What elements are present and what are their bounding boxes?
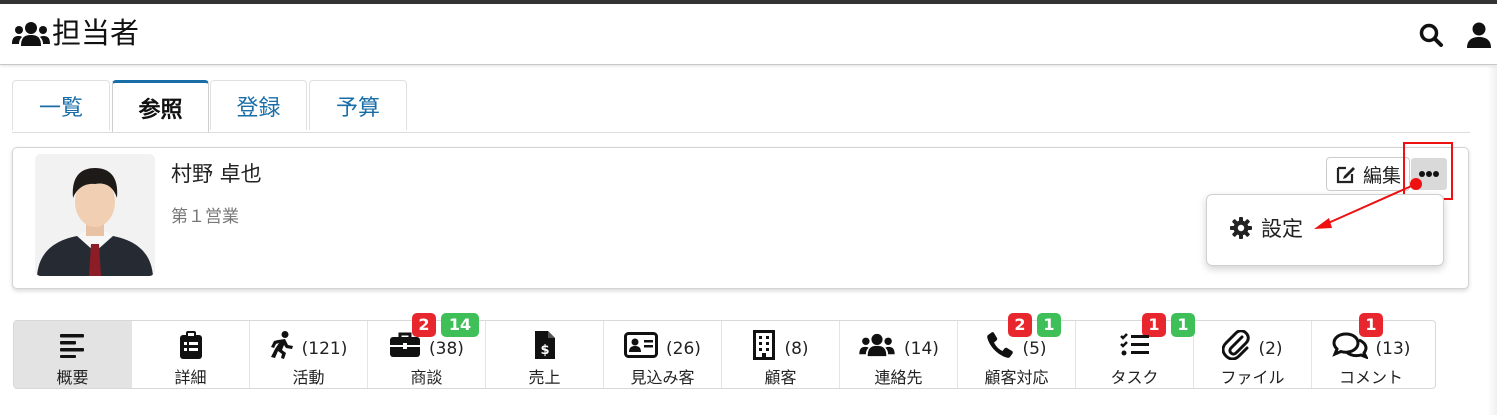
page-edge-shadow	[1487, 66, 1497, 415]
nav-label: タスク	[1110, 368, 1159, 387]
person-name: 村野 卓也	[171, 162, 262, 186]
clipboard-icon	[179, 331, 202, 359]
section-nav: 概要 詳細 (121) 活動 2 14 (38) 商談 $ 売上 (26) 見込…	[13, 313, 1436, 389]
edit-button[interactable]: 編集	[1326, 157, 1410, 191]
running-icon	[270, 331, 293, 359]
nav-item-deals[interactable]: 2 14 (38) 商談	[368, 313, 486, 388]
nav-item-sales[interactable]: $ 売上	[486, 321, 604, 388]
person-photo	[35, 154, 155, 276]
nav-label: 売上	[528, 368, 561, 387]
nav-item-customers[interactable]: (8) 顧客	[722, 321, 840, 388]
nav-item-prospects[interactable]: (26) 見込み客	[604, 321, 722, 388]
edit-icon	[1336, 166, 1355, 184]
gear-icon	[1230, 217, 1252, 239]
phone-icon	[987, 332, 1014, 358]
svg-text:$: $	[540, 343, 549, 358]
nav-item-contacts[interactable]: (14) 連絡先	[840, 321, 958, 388]
nav-label: 顧客	[764, 368, 797, 387]
nav-label: 概要	[56, 368, 89, 387]
building-icon	[753, 330, 776, 360]
nav-count: (14)	[904, 339, 939, 359]
nav-label: 連絡先	[874, 368, 923, 387]
annotation-highlight-box	[1403, 142, 1453, 200]
app-header: 担当者	[0, 4, 1497, 65]
tab-list[interactable]: 一覧	[12, 80, 110, 130]
nav-label: 見込み客	[630, 368, 695, 387]
tab-budget[interactable]: 予算	[309, 80, 407, 130]
tab-register[interactable]: 登録	[210, 80, 307, 130]
nav-item-overview[interactable]: 概要	[14, 321, 132, 388]
edit-button-label: 編集	[1363, 164, 1402, 187]
search-icon[interactable]	[1418, 22, 1444, 48]
comments-icon	[1331, 332, 1368, 359]
tasks-icon	[1119, 333, 1149, 356]
nav-count: (26)	[666, 339, 701, 359]
user-icon[interactable]	[1466, 22, 1492, 48]
tab-view[interactable]: 参照	[112, 80, 209, 132]
menu-item-settings[interactable]: 設定	[1229, 213, 1303, 243]
list-icon	[59, 334, 84, 358]
invoice-dollar-icon: $	[534, 331, 555, 359]
nav-count: (121)	[301, 339, 348, 359]
nav-count: (38)	[429, 339, 464, 359]
nav-count: (8)	[784, 339, 809, 359]
briefcase-icon	[390, 332, 421, 357]
nav-label: 顧客対応	[984, 368, 1049, 387]
nav-label: コメント	[1338, 368, 1403, 387]
nav-item-comments[interactable]: 1 (13) コメント	[1312, 313, 1430, 388]
nav-count: (5)	[1022, 339, 1047, 359]
users-icon	[859, 333, 895, 357]
page-title: 担当者	[52, 16, 140, 50]
nav-label: 商談	[410, 368, 443, 387]
nav-label: ファイル	[1220, 368, 1285, 387]
more-options-menu: 設定	[1206, 194, 1444, 266]
id-card-icon	[624, 332, 659, 358]
menu-item-settings-label: 設定	[1261, 217, 1303, 241]
nav-item-customer-support[interactable]: 2 1 (5) 顧客対応	[958, 313, 1076, 388]
nav-count: (2)	[1258, 339, 1283, 359]
nav-label: 詳細	[174, 368, 207, 387]
nav-item-details[interactable]: 詳細	[132, 321, 250, 388]
nav-item-activities[interactable]: (121) 活動	[250, 321, 368, 388]
nav-item-files[interactable]: (2) ファイル	[1194, 321, 1312, 388]
nav-label: 活動	[292, 368, 325, 387]
tab-bar: 一覧 参照 登録 予算	[12, 80, 1470, 133]
paperclip-icon	[1222, 330, 1251, 360]
users-icon	[12, 22, 50, 46]
nav-count: (13)	[1375, 339, 1411, 359]
nav-item-tasks[interactable]: 1 1 タスク	[1076, 313, 1195, 388]
avatar	[35, 154, 155, 276]
person-department: 第１営業	[171, 207, 239, 227]
